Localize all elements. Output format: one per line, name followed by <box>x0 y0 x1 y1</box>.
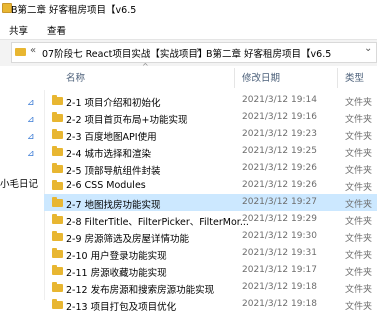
file-name: 2-11 房源收藏功能实现 <box>66 268 167 279</box>
file-modified-date: 2021/3/12 19:23 <box>242 129 317 139</box>
file-type: 文件夹 <box>345 98 373 108</box>
title-bar: B第二章 好客租房项目【v6.5 <box>0 0 377 17</box>
file-type: 文件夹 <box>345 217 373 227</box>
file-type: 文件夹 <box>345 268 373 278</box>
file-type: 文件夹 <box>345 251 373 261</box>
pin-icon: ⊿ <box>27 149 35 159</box>
folder-icon <box>52 180 63 190</box>
folder-icon <box>52 282 63 292</box>
file-name: 2-5 顶部导航组件封装 <box>66 166 161 177</box>
file-type: 文件夹 <box>345 183 373 193</box>
folder-icon <box>52 248 63 258</box>
folder-icon <box>52 146 63 156</box>
column-divider[interactable] <box>234 68 235 88</box>
file-type: 文件夹 <box>345 149 373 159</box>
file-modified-date: 2021/3/12 19:27 <box>242 197 317 207</box>
breadcrumb-separator-icon: › <box>196 45 200 56</box>
file-modified-date: 2021/3/12 19:17 <box>242 265 317 275</box>
file-row[interactable]: 2-12 发布房源和搜索房源功能实现 2021/3/12 19:18 文件夹 <box>44 279 377 296</box>
file-row[interactable]: 2-9 房源筛选及房屋详情功能 2021/3/12 19:30 文件夹 <box>44 228 377 245</box>
file-row[interactable]: 2-2 项目首页布局+功能实现 2021/3/12 19:16 文件夹 <box>44 109 377 126</box>
file-modified-date: 2021/3/12 19:18 <box>242 299 317 309</box>
sidebar-item-xiaomao-diary[interactable]: 小毛日记 <box>0 176 38 190</box>
file-name: 2-6 CSS Modules <box>66 180 146 191</box>
window-title: B第二章 好客租房项目【v6.5 <box>11 5 137 16</box>
file-type: 文件夹 <box>345 200 373 210</box>
file-row[interactable]: 2-1 项目介绍和初始化 2021/3/12 19:14 文件夹 <box>44 92 377 109</box>
file-modified-date: 2021/3/12 19:26 <box>242 180 317 190</box>
file-modified-date: 2021/3/12 19:18 <box>242 282 317 292</box>
pin-icon: ⊿ <box>27 98 35 108</box>
file-row[interactable]: 2-4 城市选择和渲染 2021/3/12 19:25 文件夹 <box>44 143 377 160</box>
file-modified-date: 2021/3/12 19:14 <box>242 95 317 105</box>
file-name: 2-4 城市选择和渲染 <box>66 149 152 160</box>
file-name: 2-2 项目首页布局+功能实现 <box>66 115 188 126</box>
column-type[interactable]: 类型 <box>345 70 364 84</box>
file-modified-date: 2021/3/12 19:16 <box>242 112 317 122</box>
folder-icon <box>52 129 63 139</box>
tab-view[interactable]: 查看 <box>47 23 66 37</box>
file-name: 2-10 用户登录功能实现 <box>66 251 167 262</box>
file-row[interactable]: 2-3 百度地图API使用 2021/3/12 19:23 文件夹 <box>44 126 377 143</box>
file-name: 2-1 项目介绍和初始化 <box>66 98 161 109</box>
file-name: 2-9 房源筛选及房屋详情功能 <box>66 234 190 245</box>
file-row[interactable]: 2-13 项目打包及项目优化 2021/3/12 19:18 文件夹 <box>44 296 377 313</box>
file-row[interactable]: 2-10 用户登录功能实现 2021/3/12 19:31 文件夹 <box>44 245 377 262</box>
folder-icon <box>52 214 63 224</box>
pin-icon: ⊿ <box>27 115 35 125</box>
column-divider[interactable] <box>337 68 338 88</box>
file-modified-date: 2021/3/12 19:25 <box>242 146 317 156</box>
file-modified-date: 2021/3/12 19:31 <box>242 248 317 258</box>
file-row[interactable]: 2-7 地图找房功能实现 2021/3/12 19:27 文件夹 <box>44 194 377 211</box>
column-modified-date[interactable]: 修改日期 <box>242 70 280 84</box>
file-modified-date: 2021/3/12 19:30 <box>242 231 317 241</box>
column-header-row <box>44 66 377 90</box>
file-type: 文件夹 <box>345 302 373 312</box>
file-type: 文件夹 <box>345 285 373 295</box>
file-name: 2-13 项目打包及项目优化 <box>66 302 177 313</box>
file-name: 2-7 地图找房功能实现 <box>66 200 161 211</box>
file-modified-date: 2021/3/12 19:29 <box>242 214 317 224</box>
file-name: 2-3 百度地图API使用 <box>66 132 157 143</box>
folder-icon <box>52 299 63 309</box>
tab-share[interactable]: 共享 <box>9 23 28 37</box>
breadcrumb-react-project[interactable]: 07阶段七 React项目实战【实战项目】 <box>42 46 207 60</box>
file-modified-date: 2021/3/12 19:26 <box>242 163 317 173</box>
folder-icon <box>52 95 63 105</box>
folder-icon <box>52 197 63 207</box>
folder-icon <box>52 163 63 173</box>
chevron-down-icon[interactable]: ⌄ <box>364 43 372 54</box>
sort-ascending-icon: ^ <box>142 62 149 71</box>
file-row[interactable]: 2-11 房源收藏功能实现 2021/3/12 19:17 文件夹 <box>44 262 377 279</box>
file-type: 文件夹 <box>345 234 373 244</box>
file-row[interactable]: 2-8 FilterTitle、FilterPicker、FilterMor..… <box>44 211 377 228</box>
pin-icon: ⊿ <box>27 132 35 142</box>
file-type: 文件夹 <box>345 166 373 176</box>
file-row[interactable]: 2-6 CSS Modules 2021/3/12 19:26 文件夹 <box>44 177 377 194</box>
overflow-chevron-icon[interactable]: « <box>30 45 36 56</box>
folder-icon <box>52 265 63 275</box>
file-name: 2-12 发布房源和搜索房源功能实现 <box>66 285 215 296</box>
column-name[interactable]: 名称 <box>66 70 85 84</box>
folder-icon <box>52 231 63 241</box>
folder-icon <box>15 48 26 56</box>
file-type: 文件夹 <box>345 115 373 125</box>
folder-icon <box>52 112 63 122</box>
file-type: 文件夹 <box>345 132 373 142</box>
file-row[interactable]: 2-5 顶部导航组件封装 2021/3/12 19:26 文件夹 <box>44 160 377 177</box>
file-name: 2-8 FilterTitle、FilterPicker、FilterMor..… <box>66 217 249 228</box>
breadcrumb-current-folder[interactable]: B第二章 好客租房项目【v6.5 <box>206 46 331 60</box>
